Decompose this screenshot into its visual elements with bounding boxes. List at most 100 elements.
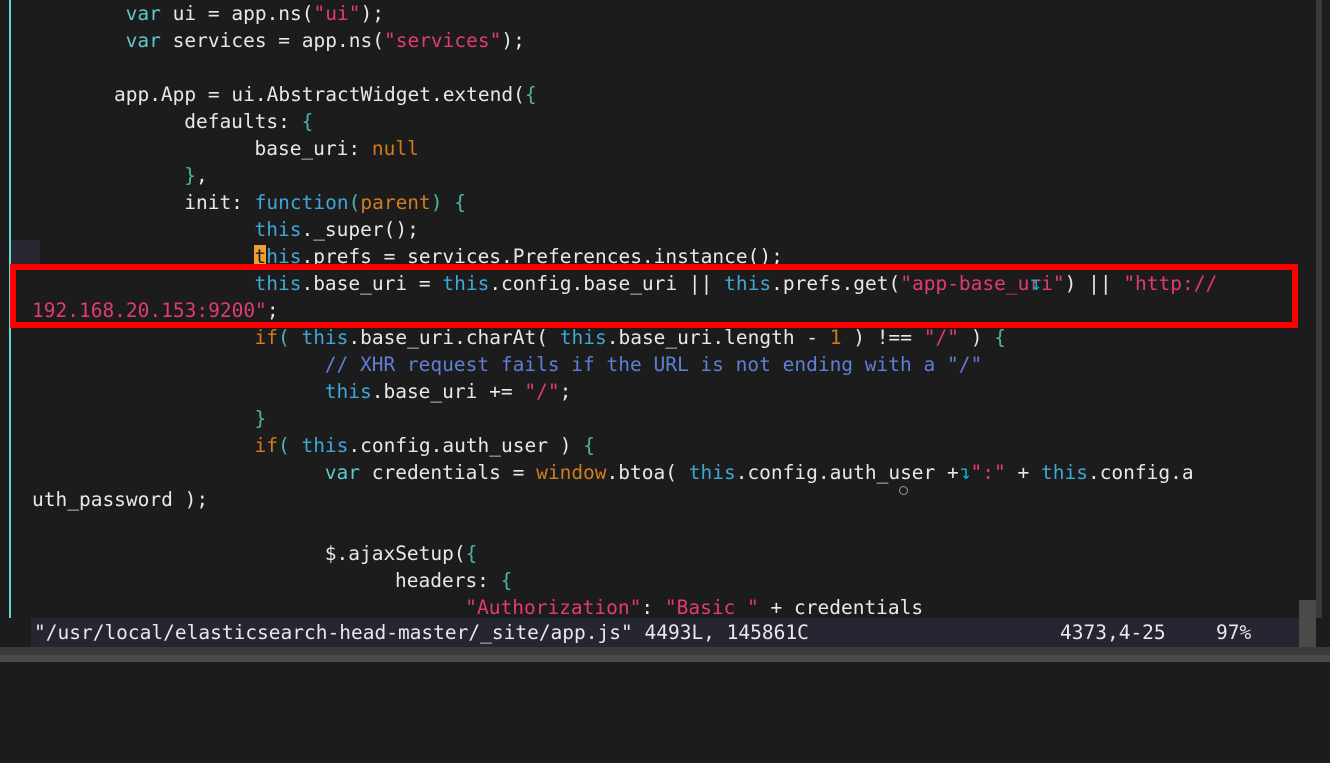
code-token: init: <box>184 191 255 214</box>
code-line: init: function(parent) { <box>0 189 1229 216</box>
code-token: ":" <box>970 461 1006 484</box>
code-token: .base_uri += <box>371 380 525 403</box>
code-token: this <box>559 326 607 349</box>
code-token: { <box>500 569 513 592</box>
code-token: function <box>254 191 349 214</box>
code-token: { <box>994 326 1006 349</box>
code-token: if <box>254 326 278 349</box>
code-line: headers: { <box>0 567 1229 594</box>
vim-status-line: "/usr/local/elasticsearch-head-master/_s… <box>31 618 1299 647</box>
code-token: .prefs.get( <box>771 272 901 295</box>
code-token: } <box>254 407 267 430</box>
code-token: .config.auth_user ) <box>348 434 584 457</box>
code-token: var <box>324 461 360 484</box>
code-token: parent <box>360 191 431 214</box>
code-token: { <box>524 83 537 106</box>
vim-block-cursor: t <box>254 245 267 268</box>
code-token: .prefs = services.Preferences.instance()… <box>301 245 783 268</box>
code-token: , <box>195 164 208 187</box>
code-token: ( <box>277 326 302 349</box>
code-token: var <box>125 29 161 52</box>
code-line: this._super(); <box>0 216 1229 243</box>
code-line: } <box>0 405 1229 432</box>
code-token: 1 <box>829 326 842 349</box>
code-token: this <box>442 272 490 295</box>
code-token: null <box>371 137 419 160</box>
code-token: .base_uri.length - <box>606 326 830 349</box>
code-line: var ui = app.ns("ui"); <box>0 0 1229 27</box>
code-token: "/" <box>524 380 560 403</box>
code-token: if <box>254 434 278 457</box>
code-line: this.base_uri += "/"; <box>0 378 1229 405</box>
code-token: credentials = <box>359 461 537 484</box>
code-token: services = app.ns( <box>160 29 384 52</box>
code-token: { <box>301 110 314 133</box>
statusline-gutter <box>0 618 31 647</box>
mouse-pointer-icon <box>899 486 908 495</box>
code-token: this <box>254 272 302 295</box>
code-token: this <box>688 461 736 484</box>
code-token: his <box>266 245 302 268</box>
code-token: ; <box>266 299 279 322</box>
code-token: ) <box>958 326 995 349</box>
code-token: { <box>583 434 595 457</box>
code-line: // XHR request fails if the URL is not e… <box>0 351 1229 378</box>
code-token: { <box>465 542 478 565</box>
code-line: $.ajaxSetup({ <box>0 540 1229 567</box>
terminal-window: var ui = app.ns("ui"); var services = app… <box>0 0 1330 662</box>
vim-editor-pane[interactable]: var ui = app.ns("ui"); var services = app… <box>0 0 1316 618</box>
code-token: ._super(); <box>301 218 419 241</box>
code-token: var <box>125 2 161 25</box>
window-bottom-chrome-inner <box>0 655 1330 662</box>
code-line: var credentials = window.btoa( this.conf… <box>0 459 1229 486</box>
source-code-text[interactable]: var ui = app.ns("ui"); var services = app… <box>0 0 1229 618</box>
code-token: } <box>184 164 196 187</box>
code-line: app.App = ui.AbstractWidget.extend({ <box>0 81 1229 108</box>
code-token: .base_uri = <box>301 272 443 295</box>
code-token: 192.168.20.153:9200" <box>32 299 267 322</box>
code-token: "ui" <box>313 2 361 25</box>
code-token: base_uri: <box>254 137 372 160</box>
code-token: ); <box>501 29 525 52</box>
code-token: .config.base_uri || <box>489 272 725 295</box>
vertical-scrollbar[interactable] <box>1316 0 1322 618</box>
status-cursor-ruler: 4373,4-25 <box>1060 621 1166 644</box>
code-token: "services" <box>383 29 502 52</box>
code-line: 192.168.20.153:9200"; <box>0 297 1229 324</box>
code-line: var services = app.ns("services"); <box>0 27 1229 54</box>
code-token: $.ajaxSetup( <box>324 542 466 565</box>
code-token: ) || <box>1064 272 1124 295</box>
code-token: { <box>454 191 467 214</box>
code-token: // XHR request fails if the URL is not e… <box>324 353 983 376</box>
code-token: .base_uri.charAt( <box>348 326 560 349</box>
line-wrap-icon: ↴ <box>1029 272 1042 295</box>
code-token: .btoa( <box>606 461 689 484</box>
code-token: "Basic " <box>664 596 759 618</box>
status-scroll-percent: 97% <box>1216 621 1252 644</box>
code-token: ) !== <box>841 326 924 349</box>
code-token: "/" <box>923 326 959 349</box>
code-token: this <box>324 380 372 403</box>
code-token: ui = app.ns( <box>160 2 314 25</box>
code-token: ( <box>277 434 302 457</box>
code-line: uth_password ); <box>0 486 1229 513</box>
code-token: + credentials <box>758 596 924 618</box>
code-line: defaults: { <box>0 108 1229 135</box>
code-token: headers: <box>395 569 501 592</box>
code-token: defaults: <box>184 110 302 133</box>
code-line: if( this.base_uri.charAt( this.base_uri.… <box>0 324 1229 351</box>
code-token: this <box>301 434 349 457</box>
scrollbar-separator <box>1322 0 1330 618</box>
code-token: ) <box>430 191 455 214</box>
code-token: uth_password ); <box>32 488 209 511</box>
line-wrap-icon: ↴ <box>959 461 971 484</box>
code-token: : <box>641 596 665 618</box>
code-token: ); <box>360 2 384 25</box>
code-token: .config.a <box>1087 461 1206 484</box>
code-token: this <box>301 326 349 349</box>
code-token: ; <box>559 380 572 403</box>
code-line: if( this.config.auth_user ) { <box>0 432 1229 459</box>
code-token: app.App = ui.AbstractWidget.extend( <box>113 83 525 106</box>
